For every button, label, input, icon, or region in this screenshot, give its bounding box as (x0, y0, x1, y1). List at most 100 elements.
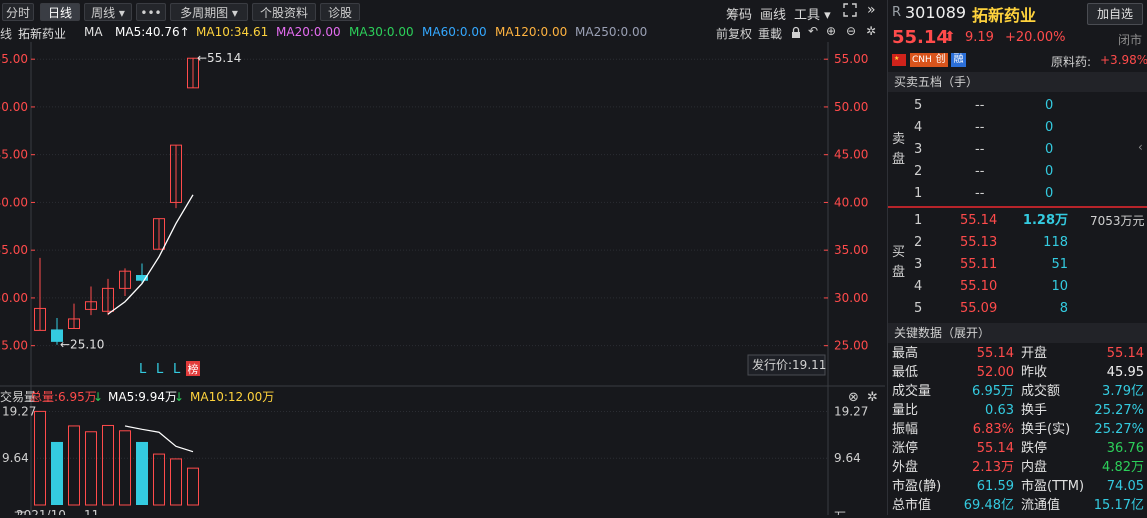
reload-button[interactable]: 重載 (758, 25, 782, 42)
sell-level-volume: 0 (1045, 164, 1054, 179)
r-tag: R (892, 5, 902, 20)
sell-level-row[interactable]: 3 -- 0 (888, 139, 1147, 161)
stat-label: 换手 (1021, 403, 1048, 418)
stock-profile-button[interactable]: 个股资料 (252, 3, 316, 21)
chips-button[interactable]: 筹码 (726, 4, 752, 23)
zoom-out-icon[interactable]: ⊖ (846, 24, 856, 38)
volume-tick-label-right: 9.64 (834, 451, 861, 465)
key-data-row: 量比 0.63 换手 25.27% (888, 401, 1147, 420)
volume-bar-up (85, 431, 97, 506)
lock-icon[interactable] (790, 26, 802, 42)
y-tick-label-left: 25.00 (0, 339, 28, 353)
stat-label: 量比 (892, 403, 919, 418)
volume-settings-icon: ✲ (867, 390, 878, 405)
volume-tick-label-left: 9.64 (2, 451, 29, 465)
sell-level-price: -- (975, 98, 985, 113)
stat-value: 55.14 (976, 346, 1014, 361)
more-periods-button[interactable]: ••• (136, 3, 166, 21)
diagnose-button[interactable]: 诊股 (320, 3, 360, 21)
buy-level-row[interactable]: 2 55.13 118 (888, 232, 1147, 254)
stat-value: 52.00 (976, 365, 1014, 380)
market-status: 闭市 (1118, 33, 1143, 47)
volume-ma5: MA5:9.94万 (108, 390, 177, 404)
y-tick-label-right: 50.00 (834, 100, 868, 114)
stat-value: 2.13万 (972, 460, 1014, 475)
stat-value: 74.05 (1106, 479, 1144, 494)
key-data-row: 最高 55.14 开盘 55.14 (888, 344, 1147, 363)
ma5-value: MA5:40.76↑ (115, 25, 190, 39)
buy-level-index: 2 (914, 235, 923, 250)
issue-price-label: 发行价:19.11 (752, 357, 826, 372)
stat-label: 成交额 (1021, 384, 1061, 399)
stat-label: 成交量 (892, 384, 932, 399)
cnh-badge: CNH (910, 53, 934, 67)
adjust-forward-button[interactable]: 前复权 (716, 25, 752, 42)
buy-level-volume: 10 (1051, 279, 1068, 294)
sell-level-volume: 0 (1045, 120, 1054, 135)
buy-level-row[interactable]: 4 55.10 10 (888, 276, 1147, 298)
ma60-value: MA60:0.00 (422, 25, 487, 39)
y-tick-label-right: 55.00 (834, 52, 868, 66)
tools-button[interactable]: 工具 ▾ (794, 4, 831, 23)
y-tick-label-left: 30.00 (0, 291, 28, 305)
key-data-header[interactable]: 关键数据（展开） (888, 323, 1147, 343)
double-chevron-right-icon[interactable]: » (867, 2, 876, 18)
stat-label: 市盈(TTM) (1021, 479, 1085, 494)
y-tick-label-right: 45.00 (834, 148, 868, 162)
draw-line-button[interactable]: 画线 (760, 4, 786, 23)
volume-bar-up (119, 430, 131, 506)
china-flag-icon: ★ (892, 54, 906, 66)
buy-level-price: 55.09 (960, 301, 998, 316)
toolbar: 分时 日线 周线 ▾ ••• 多周期图 ▾ 个股资料 诊股 筹码 画线 工具 ▾… (0, 0, 885, 24)
multi-period-button[interactable]: 多周期图 ▾ (170, 3, 248, 21)
stat-value: 25.27% (1094, 422, 1144, 437)
sell-level-row[interactable]: 1 -- 0 (888, 183, 1147, 205)
key-data-row: 外盘 2.13万 内盘 4.82万 (888, 458, 1147, 477)
date-label: 11 (84, 508, 99, 515)
sell-level-index: 5 (914, 98, 923, 113)
stat-label: 振幅 (892, 422, 919, 437)
stat-label: 总市值 (892, 498, 932, 513)
sell-level-index: 3 (914, 142, 923, 157)
tab-weekly[interactable]: 周线 ▾ (84, 3, 132, 21)
key-data-row: 振幅 6.83% 换手(实) 25.27% (888, 420, 1147, 439)
volume-bar-up (187, 467, 199, 506)
tab-intraday[interactable]: 分时 (2, 3, 34, 21)
stat-value: 55.14 (1106, 346, 1144, 361)
volume-bar-up (153, 453, 165, 506)
ma-label[interactable]: MA (84, 25, 103, 39)
volume-ma5-arrow-icon: ↓ (174, 390, 184, 404)
buy-level-index: 5 (914, 301, 923, 316)
sell-level-row[interactable]: 2 -- 0 (888, 161, 1147, 183)
key-data-row: 最低 52.00 昨收 45.95 (888, 363, 1147, 382)
buy-level-row[interactable]: 3 55.11 51 (888, 254, 1147, 276)
undo-icon[interactable]: ↶ (808, 24, 818, 38)
sell-level-volume: 0 (1045, 98, 1054, 113)
y-tick-label-left: 50.00 (0, 100, 28, 114)
sector-label[interactable]: 原料药: (1051, 53, 1091, 70)
buy-level-row[interactable]: 5 55.09 8 (888, 298, 1147, 320)
sell-level-row[interactable]: 4 -- 0 (888, 117, 1147, 139)
key-data-row: 市盈(静) 61.59 市盈(TTM) 74.05 (888, 477, 1147, 496)
add-watchlist-button[interactable]: 加自选 (1087, 3, 1143, 25)
order-book-header[interactable]: 买卖五档（手） (888, 72, 1147, 92)
buy-level-row[interactable]: 1 55.14 1.28万 7053万元 (888, 210, 1147, 232)
key-data-row: 总市值 69.48亿 流通值 15.17亿 (888, 496, 1147, 515)
buy-level-volume: 51 (1051, 257, 1068, 272)
y-tick-label-left: 45.00 (0, 148, 28, 162)
sell-level-index: 1 (914, 186, 923, 201)
stat-value: 6.95万 (972, 384, 1014, 399)
kline-chart[interactable]: 25.00 25.00 30.00 30.00 35.00 35.00 40.00 40.00… (0, 42, 885, 518)
stat-label: 涨停 (892, 441, 919, 456)
expand-icon[interactable] (843, 3, 857, 21)
ma120-value: MA120:0.00 (495, 25, 568, 39)
price-up-arrow-icon: ⬆ (944, 29, 956, 45)
zoom-in-icon[interactable]: ⊕ (826, 24, 836, 38)
tab-daily[interactable]: 日线 (40, 3, 80, 21)
settings-gear-icon[interactable]: ✲ (866, 24, 876, 38)
chart-area[interactable]: 25.00 25.00 30.00 30.00 35.00 35.00 40.00 40.00… (0, 42, 885, 518)
stat-label: 流通值 (1021, 498, 1061, 513)
y-tick-label-right: 25.00 (834, 339, 868, 353)
svg-text:★: ★ (894, 55, 899, 62)
sell-level-row[interactable]: 5 -- 0 (888, 95, 1147, 117)
